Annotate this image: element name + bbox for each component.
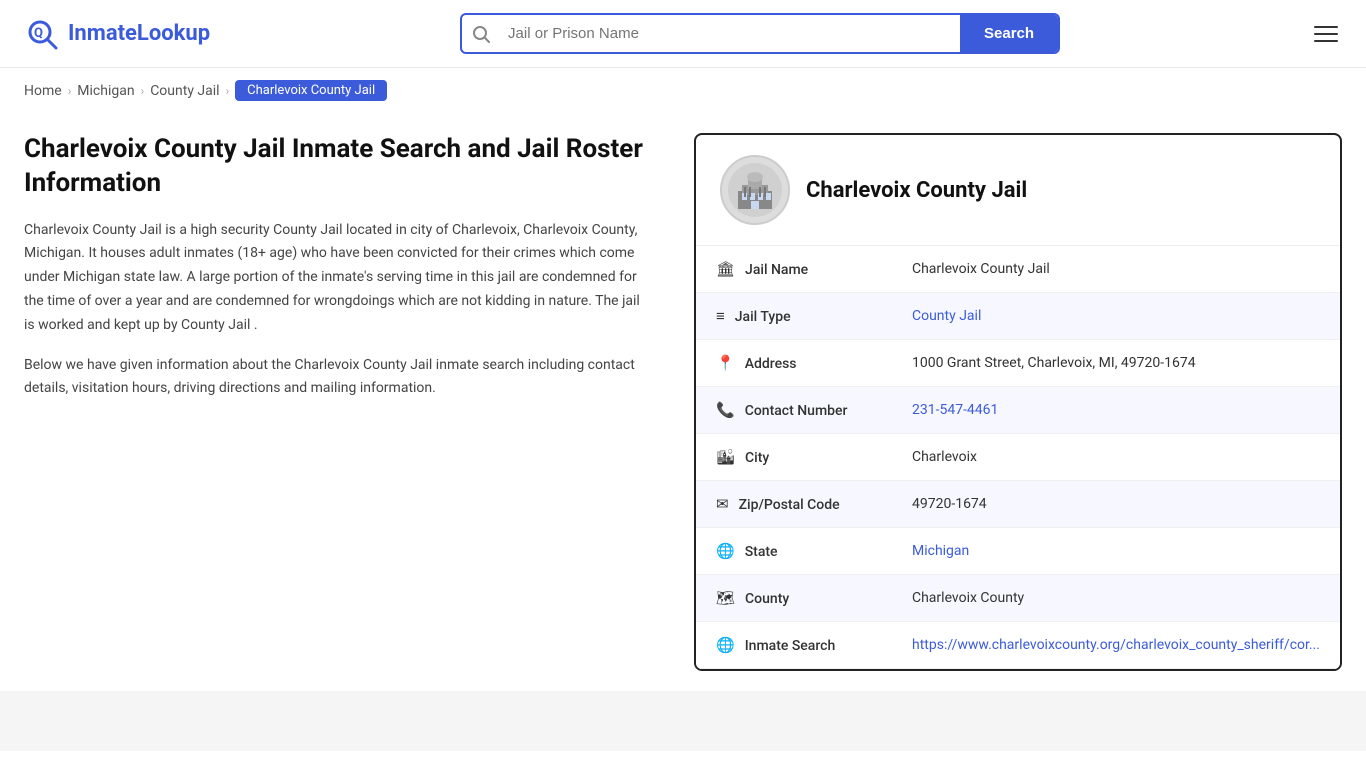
field-icon: 🗺	[716, 589, 735, 607]
table-row: 🌐 Inmate Search https://www.charlevoixcoun…	[696, 622, 1340, 669]
field-value: Charlevoix County Jail	[892, 246, 1340, 293]
facility-avatar	[720, 155, 790, 225]
field-icon: ≡	[716, 307, 725, 325]
field-link[interactable]: Michigan	[912, 543, 969, 559]
table-row: ✉ Zip/Postal Code 49720-1674	[696, 481, 1340, 528]
field-value[interactable]: Michigan	[892, 528, 1340, 575]
breadcrumb-current: Charlevoix County Jail	[235, 80, 387, 101]
field-value[interactable]: https://www.charlevoixcounty.org/charlev…	[892, 622, 1340, 669]
left-panel: Charlevoix County Jail Inmate Search and…	[24, 133, 664, 671]
field-label-text: Contact Number	[745, 403, 848, 419]
page-title: Charlevoix County Jail Inmate Search and…	[24, 133, 644, 201]
field-label-text: Inmate Search	[745, 638, 836, 654]
table-row: 🏛 Jail Name Charlevoix County Jail	[696, 246, 1340, 293]
table-row: 📞 Contact Number 231-547-4461	[696, 387, 1340, 434]
field-value: Charlevoix County	[892, 575, 1340, 622]
menu-button[interactable]	[1310, 22, 1342, 46]
logo-text: InmateLookup	[68, 21, 210, 46]
field-label: 📞 Contact Number	[696, 387, 892, 434]
table-row: 🏙 City Charlevoix	[696, 434, 1340, 481]
field-label: 🏛 Jail Name	[696, 246, 892, 293]
field-icon: ✉	[716, 495, 729, 513]
field-label: ✉ Zip/Postal Code	[696, 481, 892, 528]
facility-info-table: 🏛 Jail Name Charlevoix County Jail ≡ Jail Ty…	[696, 246, 1340, 669]
field-icon: 📞	[716, 401, 735, 419]
search-wrapper: Search	[460, 13, 1060, 54]
breadcrumb-home[interactable]: Home	[24, 83, 62, 99]
breadcrumb-type[interactable]: County Jail	[150, 83, 219, 99]
field-value[interactable]: County Jail	[892, 293, 1340, 340]
breadcrumb-sep-1: ›	[68, 84, 72, 98]
field-value: Charlevoix	[892, 434, 1340, 481]
field-icon: 🏙	[716, 448, 735, 466]
field-label-text: County	[745, 591, 789, 607]
search-input[interactable]	[500, 15, 960, 52]
field-label: 🏙 City	[696, 434, 892, 481]
table-row: 🗺 County Charlevoix County	[696, 575, 1340, 622]
search-button[interactable]: Search	[960, 15, 1058, 52]
field-icon: 🏛	[716, 260, 735, 278]
field-label-text: City	[745, 450, 769, 466]
facility-card: Charlevoix County Jail 🏛 Jail Name Charlev…	[694, 133, 1342, 671]
logo[interactable]: Q InmateLookup	[24, 16, 210, 52]
field-label-text: Zip/Postal Code	[739, 497, 840, 513]
field-link[interactable]: County Jail	[912, 308, 981, 324]
field-label: 📍 Address	[696, 340, 892, 387]
field-label: 🌐 Inmate Search	[696, 622, 892, 669]
table-row: ≡ Jail Type County Jail	[696, 293, 1340, 340]
footer	[0, 691, 1366, 751]
field-value: 49720-1674	[892, 481, 1340, 528]
facility-header: Charlevoix County Jail	[696, 135, 1340, 246]
svg-text:Q: Q	[34, 26, 43, 41]
field-icon: 🌐	[716, 542, 735, 560]
field-label: 🌐 State	[696, 528, 892, 575]
field-label: ≡ Jail Type	[696, 293, 892, 340]
field-label-text: Jail Name	[745, 262, 808, 278]
breadcrumb-sep-2: ›	[141, 84, 145, 98]
field-label: 🗺 County	[696, 575, 892, 622]
search-area: Search	[460, 13, 1060, 54]
breadcrumb-sep-3: ›	[226, 84, 230, 98]
field-label-text: State	[745, 544, 778, 560]
main-content: Charlevoix County Jail Inmate Search and…	[0, 113, 1366, 691]
field-label-text: Jail Type	[735, 309, 791, 325]
page-desc-2: Below we have given information about th…	[24, 354, 644, 402]
field-value[interactable]: 231-547-4461	[892, 387, 1340, 434]
field-icon: 🌐	[716, 636, 735, 654]
facility-name: Charlevoix County Jail	[806, 178, 1027, 203]
field-link[interactable]: https://www.charlevoixcounty.org/charlev…	[912, 637, 1320, 653]
table-row: 🌐 State Michigan	[696, 528, 1340, 575]
field-icon: 📍	[716, 354, 735, 372]
field-link[interactable]: 231-547-4461	[912, 402, 998, 418]
search-icon	[462, 25, 500, 43]
logo-icon: Q	[24, 16, 60, 52]
page-desc-1: Charlevoix County Jail is a high securit…	[24, 219, 644, 338]
field-value: 1000 Grant Street, Charlevoix, MI, 49720…	[892, 340, 1340, 387]
site-header: Q InmateLookup Search	[0, 0, 1366, 68]
breadcrumb: Home › Michigan › County Jail › Charlevo…	[0, 68, 1366, 113]
breadcrumb-state[interactable]: Michigan	[77, 83, 134, 99]
field-label-text: Address	[745, 356, 797, 372]
facility-image	[728, 163, 782, 217]
table-row: 📍 Address 1000 Grant Street, Charlevoix, M…	[696, 340, 1340, 387]
